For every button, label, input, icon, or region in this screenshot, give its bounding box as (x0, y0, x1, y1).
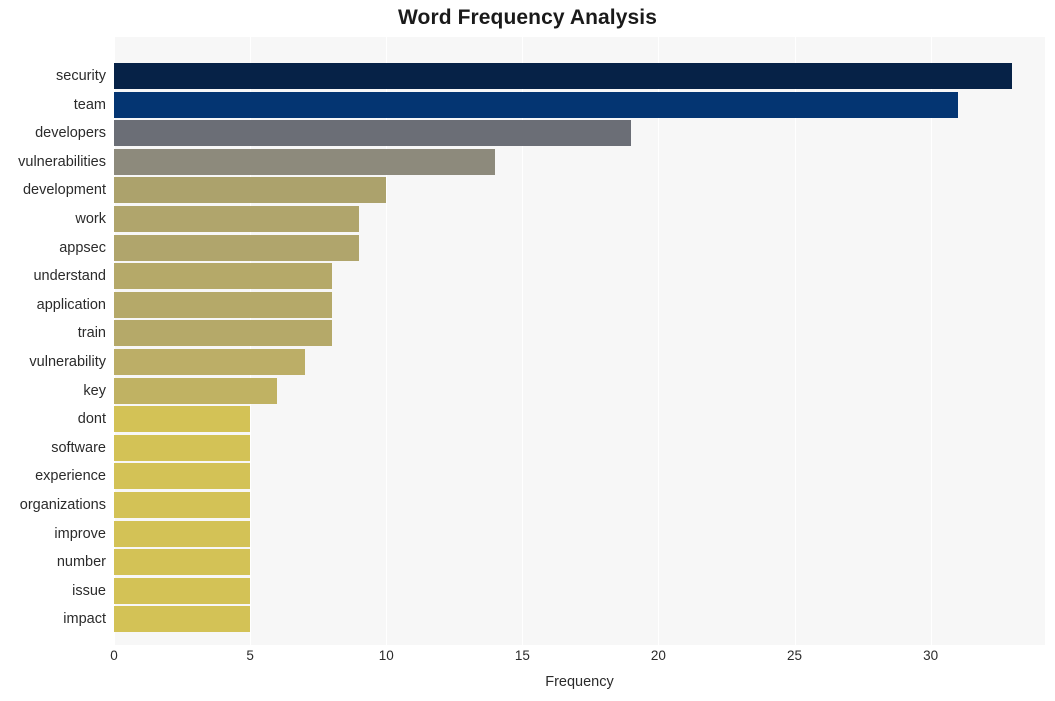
x-axis-title: Frequency (545, 674, 614, 690)
y-axis-category-labels: security team developers vulnerabilities dev… (0, 37, 106, 645)
y-axis-label: key (83, 382, 106, 399)
y-axis-label: issue (72, 582, 106, 599)
bar[interactable] (114, 492, 251, 518)
y-axis-label: vulnerabilities (18, 153, 106, 170)
bar[interactable] (114, 520, 251, 547)
y-axis-label: application (36, 296, 106, 313)
y-axis-label: improve (54, 525, 106, 542)
y-axis-label: impact (63, 611, 106, 628)
x-axis-tick-label: 15 (514, 648, 530, 663)
x-axis-tick-label: 10 (378, 648, 394, 663)
bar[interactable] (114, 434, 251, 461)
y-axis-label: development (22, 182, 106, 199)
bar[interactable] (114, 577, 251, 604)
bar[interactable] (114, 320, 332, 347)
y-axis-label: organizations (19, 497, 106, 513)
bar[interactable] (114, 91, 958, 118)
y-axis-label: developers (35, 125, 106, 142)
y-axis-label: dont (77, 411, 106, 428)
y-axis-label: appsec (59, 239, 106, 256)
bar[interactable] (114, 291, 332, 318)
x-axis-tick-label: 5 (246, 648, 254, 663)
y-axis-label: experience (35, 468, 106, 485)
y-axis-label: train (77, 325, 106, 342)
bar[interactable] (114, 63, 1013, 89)
x-axis-tick-label: 20 (650, 648, 666, 663)
bar[interactable] (114, 549, 251, 576)
bar[interactable] (114, 120, 632, 147)
bar[interactable] (114, 463, 251, 490)
y-axis-label: security (56, 68, 106, 84)
x-axis-tick-label: 25 (787, 648, 803, 663)
x-axis-tick-label: 0 (110, 648, 118, 663)
bar[interactable] (114, 263, 332, 290)
x-axis-tick-labels: 0 5 10 15 20 25 30 (110, 648, 1045, 670)
bar[interactable] (114, 148, 496, 175)
bar[interactable] (114, 206, 359, 232)
y-axis-label: work (75, 211, 106, 227)
y-axis-label: team (73, 96, 106, 113)
bar[interactable] (114, 606, 251, 633)
bar[interactable] (114, 406, 251, 433)
y-axis-label: vulnerability (29, 354, 106, 370)
word-frequency-chart: Word Frequency Analysis security team deve… (0, 0, 1055, 701)
chart-title: Word Frequency Analysis (397, 6, 658, 29)
x-axis-tick-label: 30 (923, 648, 939, 663)
bar[interactable] (114, 177, 387, 204)
bar[interactable] (114, 377, 278, 404)
bar[interactable] (114, 349, 305, 375)
y-axis-label: number (56, 554, 106, 571)
y-axis-label: understand (33, 268, 106, 285)
bars-layer (114, 37, 1045, 645)
bar[interactable] (114, 234, 359, 261)
plot-area (114, 37, 1045, 645)
y-axis-label: software (51, 439, 106, 456)
